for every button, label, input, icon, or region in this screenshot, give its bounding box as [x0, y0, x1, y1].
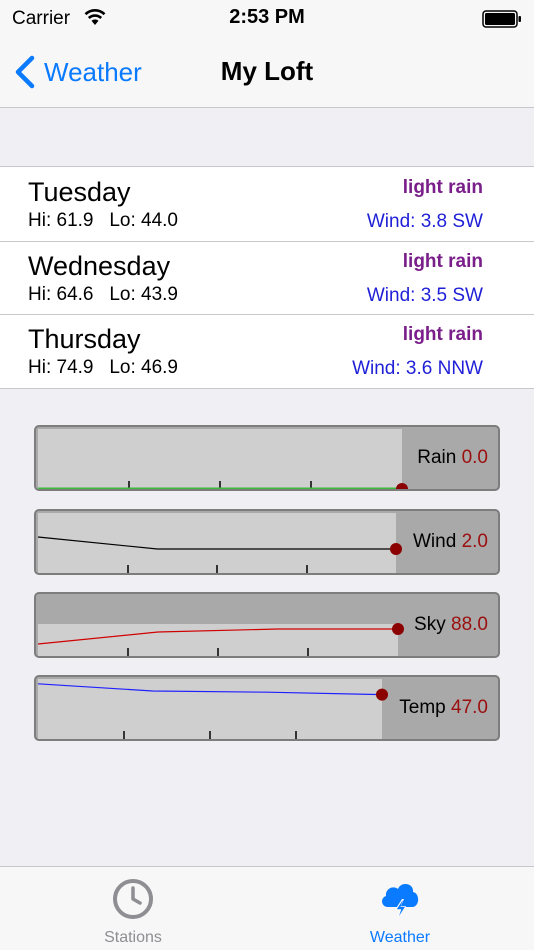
gauge-current-dot: [390, 543, 402, 555]
tab-label: Stations: [104, 929, 162, 946]
tab-bar: Stations Weather: [0, 866, 534, 950]
forecast-hi: Hi: 61.9: [28, 210, 94, 231]
gauge-current-dot: [392, 623, 404, 635]
gauge-name: Sky: [414, 614, 446, 635]
forecast-wind: Wind: 3.5 SW: [366, 284, 483, 306]
battery-icon: [482, 10, 521, 28]
forecast-wind: Wind: 3.6 NNW: [352, 358, 483, 379]
screen: Carrier 2:53 PM Weather My Loft Tuesday …: [0, 0, 534, 950]
forecast-condition: light rain: [402, 324, 483, 345]
gauge-name: Rain: [417, 447, 457, 468]
forecast-hi: Hi: 64.6: [28, 283, 94, 305]
forecast-day: Tuesday: [28, 177, 131, 207]
gauge-sky: Sky 88.0: [34, 592, 500, 658]
page-title: My Loft: [220, 56, 314, 86]
forecast-row: Tuesday Hi: 61.9 Lo: 44.0 light rain Win…: [0, 167, 534, 241]
gauge-name: Temp: [399, 697, 446, 718]
tab-weather[interactable]: Weather: [330, 867, 470, 950]
forecast-hilo: Hi: 61.9 Lo: 44.0: [28, 210, 178, 232]
gauge-name: Wind: [413, 531, 457, 552]
status-bar: Carrier 2:53 PM: [0, 0, 534, 40]
tab-stations[interactable]: Stations: [63, 867, 203, 950]
gauge-label: Sky 88.0: [414, 614, 488, 636]
forecast-day: Wednesday: [28, 250, 171, 281]
forecast-row: Wednesday Hi: 64.6 Lo: 43.9 light rain W…: [0, 240, 534, 315]
gauge-value: 88.0: [451, 614, 488, 635]
forecast-lo: Lo: 44.0: [109, 210, 178, 231]
clock-icon: [113, 879, 153, 919]
gauge-wind: Wind 2.0: [34, 509, 500, 575]
forecast-lo: Lo: 46.9: [109, 357, 178, 378]
tab-label: Weather: [369, 929, 431, 946]
forecast-hi: Hi: 74.9: [28, 357, 94, 378]
cloud-lightning-icon: [382, 883, 419, 919]
gauge-label: Wind 2.0: [413, 531, 488, 553]
forecast-hilo: Hi: 74.9 Lo: 46.9: [28, 357, 178, 379]
gauge-value: 2.0: [461, 531, 488, 552]
gauge-current-dot: [376, 688, 388, 701]
forecast-day: Thursday: [28, 324, 141, 354]
forecast-row: Thursday Hi: 74.9 Lo: 46.9 light rain Wi…: [0, 314, 534, 388]
forecast-list: Tuesday Hi: 61.9 Lo: 44.0 light rain Win…: [0, 166, 534, 389]
forecast-hilo: Hi: 64.6 Lo: 43.9: [28, 284, 178, 306]
gauge-value: 47.0: [451, 697, 488, 718]
gauge-temp: Temp 47.0: [34, 675, 500, 741]
gauge-label: Temp 47.0: [399, 697, 488, 719]
status-time: 2:53 PM: [229, 6, 305, 28]
gauge-value: 0.0: [461, 447, 488, 468]
nav-bar: Weather My Loft: [0, 40, 534, 108]
forecast-lo: Lo: 43.9: [109, 283, 178, 305]
gauge-rain: Rain 0.0: [34, 425, 500, 491]
forecast-condition: light rain: [402, 177, 483, 198]
gauge-label: Rain 0.0: [417, 447, 488, 469]
forecast-wind: Wind: 3.8 SW: [366, 211, 483, 232]
forecast-condition: light rain: [402, 250, 483, 272]
